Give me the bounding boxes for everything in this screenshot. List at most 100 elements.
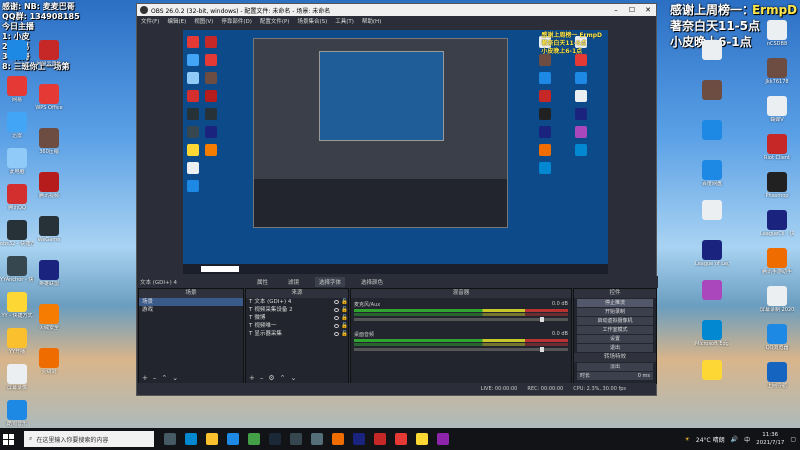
desktop-icon[interactable]: 腾讯视频 xyxy=(32,172,66,212)
menu-item[interactable]: 停靠部件(D) xyxy=(221,17,252,25)
volume-slider[interactable] xyxy=(354,347,568,352)
control-button[interactable]: 启动虚拟摄像机 xyxy=(577,317,653,325)
notification-icon[interactable]: ▢ xyxy=(790,436,796,443)
up-icon[interactable]: ⌃ xyxy=(280,374,286,382)
eye-icon[interactable] xyxy=(334,308,340,312)
desktop-icon[interactable]: 360压缩 xyxy=(32,128,66,168)
lock-icon[interactable]: 🔓 xyxy=(341,322,348,330)
steam-icon[interactable] xyxy=(269,433,281,445)
desktop-icon[interactable]: YY开播 xyxy=(0,328,34,368)
desktop-icon[interactable]: Phasmop xyxy=(760,172,794,212)
lock-icon[interactable]: 🔓 xyxy=(341,298,348,306)
duration-row[interactable]: 时长 0 ms xyxy=(577,372,653,380)
desktop-icon[interactable] xyxy=(695,280,729,320)
volume-slider[interactable] xyxy=(354,317,568,322)
weather-icon[interactable]: ☀ xyxy=(685,436,690,443)
source-item[interactable]: T 显示器采集 🔓 xyxy=(246,330,348,338)
minimize-icon[interactable]: – xyxy=(608,4,624,16)
desktop-icon[interactable]: 火绒剑 xyxy=(32,348,66,388)
transition-select[interactable]: 淡出 xyxy=(577,363,653,371)
input-language[interactable]: 中 xyxy=(744,435,750,444)
source-tab[interactable]: 选择颜色 xyxy=(357,277,387,287)
app-icon[interactable] xyxy=(332,433,344,445)
desktop-icon[interactable]: 蝴蝶V xyxy=(760,96,794,136)
volume-icon[interactable]: 🔊 xyxy=(731,436,738,443)
desktop-icon[interactable]: Riot Client xyxy=(760,134,794,174)
obs-window[interactable]: OBS 26.0.2 (32-bit, windows) - 配置文件: 未命名… xyxy=(136,3,658,396)
desktop-icon[interactable]: 百度网盘 xyxy=(695,160,729,200)
desktop-icon[interactable]: QQ浏览器 xyxy=(760,324,794,364)
control-button[interactable]: 开始录制 xyxy=(577,308,653,316)
desktop-icon[interactable]: 网易 xyxy=(0,76,34,116)
desktop-icon[interactable] xyxy=(0,40,34,80)
edge-icon[interactable] xyxy=(185,433,197,445)
netease-icon[interactable] xyxy=(374,433,386,445)
app-icon[interactable] xyxy=(437,433,449,445)
desktop-icon[interactable]: 腾讯QQ xyxy=(0,184,34,224)
obs-taskbar-icon[interactable] xyxy=(290,433,302,445)
source-item[interactable]: T 微博 🔓 xyxy=(246,314,348,322)
lock-icon[interactable]: 🔓 xyxy=(341,306,348,314)
app-icon[interactable] xyxy=(311,433,323,445)
lock-icon[interactable]: 🔓 xyxy=(341,330,348,338)
source-tab[interactable]: 属性 xyxy=(253,277,272,287)
desktop-icon[interactable]: Microsoft Edge xyxy=(695,320,729,360)
eye-icon[interactable] xyxy=(334,332,340,336)
desktop-icon[interactable]: 迅雷 xyxy=(0,112,34,152)
chrome-icon[interactable] xyxy=(248,433,260,445)
desktop-icon[interactable] xyxy=(695,80,729,120)
remove-icon[interactable]: – xyxy=(260,374,264,382)
down-icon[interactable]: ⌄ xyxy=(172,374,178,382)
eye-icon[interactable] xyxy=(334,324,340,328)
obs-preview-canvas[interactable]: 感谢上周榜一 ErmpD 著奈白天11-5点 小皮晚上6-1点 xyxy=(183,30,608,274)
store-icon[interactable] xyxy=(227,433,239,445)
desktop-icon[interactable]: obs32 - 快捷方式 xyxy=(0,220,34,260)
desktop-icon[interactable] xyxy=(695,360,729,400)
desktop-icon[interactable] xyxy=(695,120,729,160)
desktop-icon[interactable]: 英雄联盟 xyxy=(32,260,66,300)
volume-slider-handle[interactable] xyxy=(540,347,544,352)
clock[interactable]: 11:36 2021/7/17 xyxy=(756,431,784,447)
desktop-icon[interactable]: 上网导航 xyxy=(760,362,794,402)
desktop-icon[interactable]: Jkk76178 xyxy=(760,58,794,98)
desktop-icon[interactable] xyxy=(695,40,729,80)
eye-icon[interactable] xyxy=(334,316,340,320)
gear-icon[interactable]: ⚙ xyxy=(268,374,274,382)
desktop-icon[interactable]: WeGame xyxy=(32,216,66,256)
app-icon[interactable] xyxy=(416,433,428,445)
desktop-icon[interactable]: 此电脑 xyxy=(0,148,34,188)
lock-icon[interactable]: 🔓 xyxy=(341,314,348,322)
app-icon[interactable] xyxy=(353,433,365,445)
desktop-icon[interactable] xyxy=(695,200,729,240)
file-explorer-icon[interactable] xyxy=(206,433,218,445)
control-button[interactable]: 停止推流 xyxy=(577,299,653,307)
up-icon[interactable]: ⌃ xyxy=(161,374,167,382)
source-tab[interactable]: 选择字体 xyxy=(315,277,346,287)
desktop-icon[interactable]: YYAnchor - 快捷方式 xyxy=(0,256,34,296)
source-tab[interactable]: 滤镜 xyxy=(284,277,303,287)
remove-icon[interactable]: – xyxy=(153,374,157,382)
desktop-icon[interactable]: League of Legends xyxy=(695,240,729,280)
add-icon[interactable]: + xyxy=(142,374,148,382)
source-item[interactable]: T 视频唯一 🔓 xyxy=(246,322,348,330)
weather-text[interactable]: 24°C 晴朗 xyxy=(696,435,725,444)
menu-item[interactable]: 配置文件(P) xyxy=(260,17,290,25)
start-button[interactable] xyxy=(0,428,16,450)
desktop-icon[interactable]: 屏幕录制 2020/1/1 xyxy=(760,286,794,326)
desktop-icon[interactable]: 腾讯手游助手 xyxy=(760,248,794,288)
close-icon[interactable]: ✕ xyxy=(640,4,656,16)
menu-item[interactable]: 工具(T) xyxy=(335,17,354,25)
menu-item[interactable]: 视图(V) xyxy=(194,17,213,25)
control-button[interactable]: 工作室模式 xyxy=(577,326,653,334)
desktop-icon[interactable]: 网易云音乐 xyxy=(32,40,66,80)
desktop-icon[interactable]: 火绒安全 xyxy=(32,304,66,344)
desktop-icon[interactable]: YY - 快捷方式 xyxy=(0,292,34,332)
down-icon[interactable]: ⌄ xyxy=(291,374,297,382)
desktop-icon[interactable]: LeagueCli - 快捷方式 xyxy=(760,210,794,250)
obs-titlebar[interactable]: OBS 26.0.2 (32-bit, windows) - 配置文件: 未命名… xyxy=(137,4,656,16)
control-button[interactable]: 设置 xyxy=(577,335,653,343)
menu-item[interactable]: 编辑(E) xyxy=(167,17,186,25)
menu-item[interactable]: 帮助(H) xyxy=(362,17,381,25)
desktop-icon[interactable]: 屏幕录像 xyxy=(0,364,34,404)
app-icon[interactable] xyxy=(395,433,407,445)
